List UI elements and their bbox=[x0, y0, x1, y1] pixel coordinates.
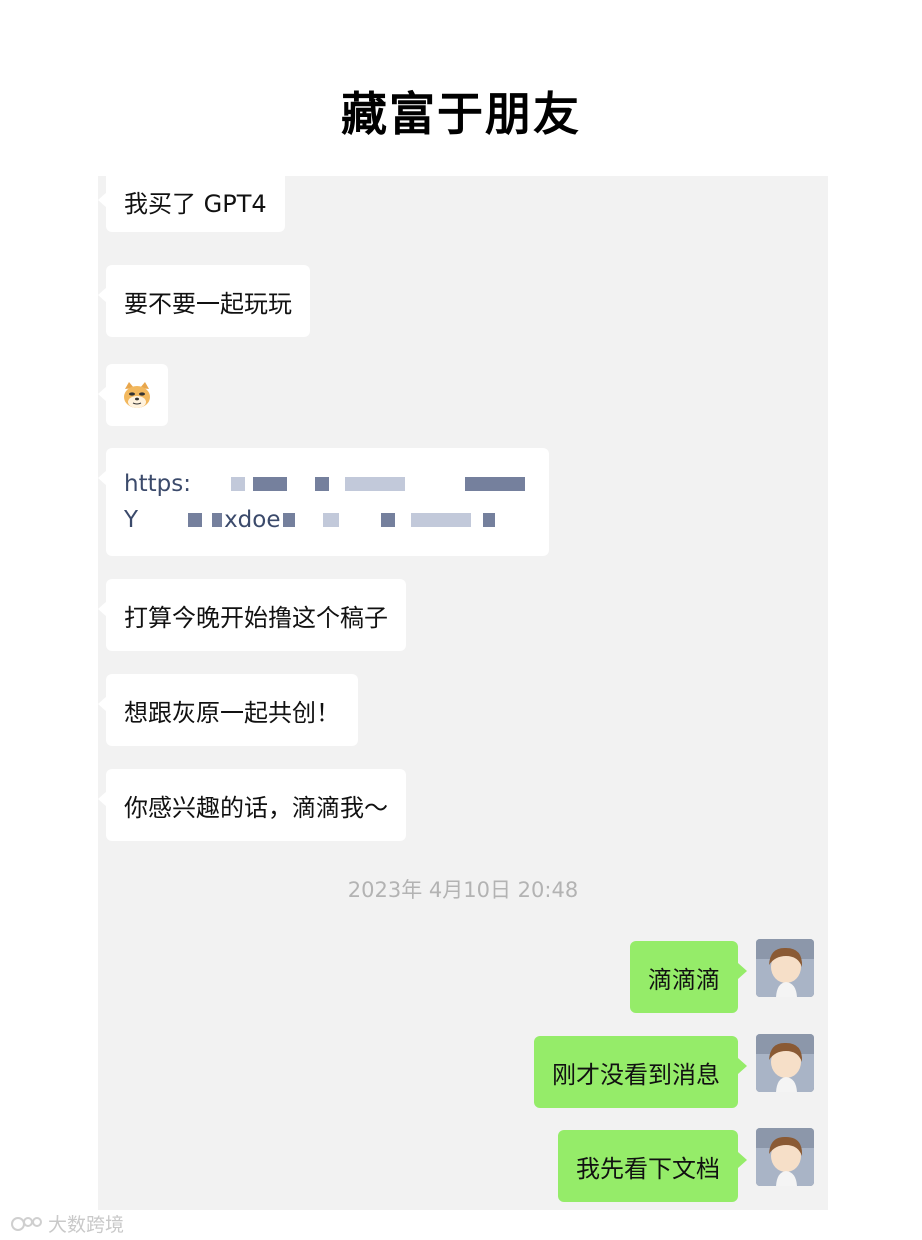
link-line-2[interactable]: Y xdoe bbox=[124, 502, 531, 538]
message-incoming[interactable]: 想跟灰原一起共创！ bbox=[98, 674, 358, 746]
link-bubble[interactable]: https: Y xdoe bbox=[98, 448, 549, 556]
message-bubble[interactable] bbox=[98, 364, 168, 426]
message-incoming[interactable]: 要不要一起玩玩 bbox=[98, 265, 310, 337]
message-outgoing[interactable]: 刚才没看到消息 bbox=[534, 1036, 747, 1108]
avatar[interactable] bbox=[756, 939, 814, 997]
avatar-icon bbox=[756, 1128, 814, 1186]
message-incoming[interactable]: 打算今晚开始撸这个稿子 bbox=[98, 579, 406, 651]
redacted-block bbox=[410, 513, 471, 527]
message-outgoing[interactable]: 我先看下文档 bbox=[558, 1130, 747, 1202]
message-incoming[interactable] bbox=[98, 364, 168, 426]
link-text[interactable]: xdoe bbox=[224, 502, 280, 538]
message-bubble[interactable]: 打算今晚开始撸这个稿子 bbox=[98, 579, 406, 651]
message-bubble[interactable]: 我买了 GPT4 bbox=[98, 176, 285, 232]
message-text: 你感兴趣的话，滴滴我～ bbox=[124, 793, 388, 822]
redacted-block bbox=[322, 513, 339, 527]
message-bubble[interactable]: 刚才没看到消息 bbox=[534, 1036, 747, 1108]
message-bubble[interactable]: 想跟灰原一起共创！ bbox=[98, 674, 358, 746]
doge-icon bbox=[124, 382, 150, 408]
link-line-1[interactable]: https: bbox=[124, 466, 531, 502]
redacted-block bbox=[212, 513, 223, 527]
message-incoming[interactable]: 我买了 GPT4 bbox=[98, 176, 285, 232]
chat-area: 我买了 GPT4 要不要一起玩玩 https: Y xdoe 打算今晚开始撸这个… bbox=[98, 176, 828, 1210]
watermark-text: 大数跨境 bbox=[48, 1214, 125, 1236]
redacted-block bbox=[252, 477, 287, 491]
message-incoming[interactable]: 你感兴趣的话，滴滴我～ bbox=[98, 769, 406, 841]
message-text: 打算今晚开始撸这个稿子 bbox=[124, 603, 388, 632]
redacted-block bbox=[230, 477, 245, 491]
message-text: 刚才没看到消息 bbox=[552, 1060, 720, 1089]
message-bubble[interactable]: 要不要一起玩玩 bbox=[98, 265, 310, 337]
avatar[interactable] bbox=[756, 1034, 814, 1092]
link-text[interactable]: https: bbox=[124, 466, 191, 502]
message-bubble[interactable]: 我先看下文档 bbox=[558, 1130, 747, 1202]
redacted-block bbox=[464, 477, 525, 491]
redacted-block bbox=[380, 513, 395, 527]
avatar-icon bbox=[756, 1034, 814, 1092]
message-timestamp: 2023年 4月10日 20:48 bbox=[347, 878, 579, 902]
redacted-block bbox=[188, 513, 203, 527]
message-bubble[interactable]: 滴滴滴 bbox=[630, 941, 747, 1013]
message-text: 滴滴滴 bbox=[648, 965, 720, 994]
avatar-icon bbox=[756, 939, 814, 997]
message-text: 要不要一起玩玩 bbox=[124, 289, 292, 318]
link-text[interactable]: Y bbox=[124, 502, 138, 538]
message-incoming-link[interactable]: https: Y xdoe bbox=[98, 448, 549, 556]
message-text: 我买了 GPT4 bbox=[124, 189, 267, 218]
redacted-block bbox=[282, 513, 295, 527]
watermark-logo-icon bbox=[11, 1216, 42, 1231]
message-bubble[interactable]: 你感兴趣的话，滴滴我～ bbox=[98, 769, 406, 841]
message-outgoing[interactable]: 滴滴滴 bbox=[630, 941, 747, 1013]
avatar[interactable] bbox=[756, 1128, 814, 1186]
redacted-block bbox=[482, 513, 495, 527]
watermark: 大数跨境 bbox=[10, 1210, 124, 1237]
redacted-block bbox=[344, 477, 405, 491]
page-title: 藏富于朋友 bbox=[341, 87, 581, 141]
message-text: 想跟灰原一起共创！ bbox=[124, 698, 340, 727]
redacted-block bbox=[314, 477, 329, 491]
message-text: 我先看下文档 bbox=[576, 1154, 720, 1183]
